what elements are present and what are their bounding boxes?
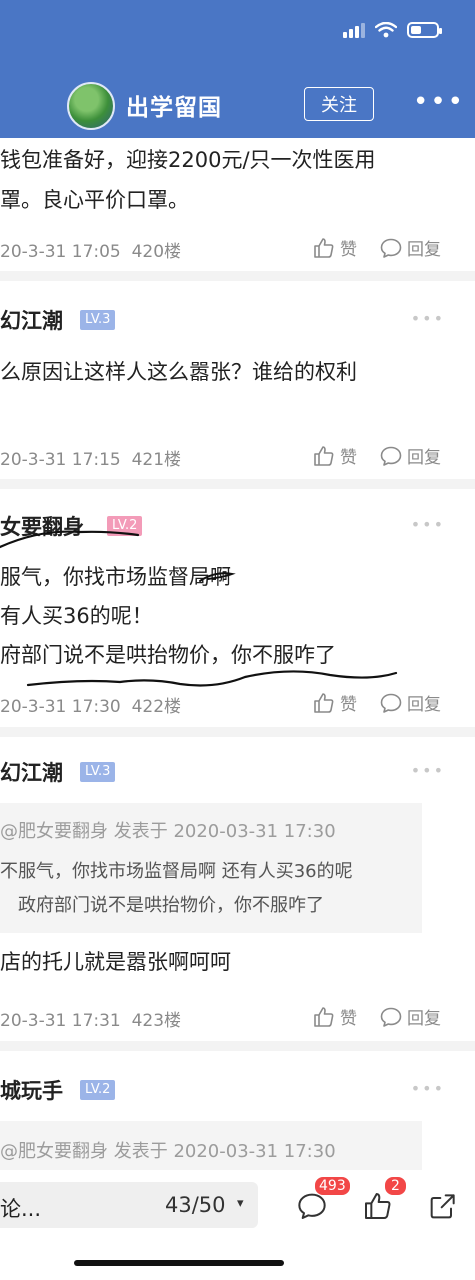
thumbs-up-icon [314, 692, 334, 713]
forum-avatar[interactable] [67, 82, 115, 130]
reply-label: 回复 [407, 240, 441, 260]
like-button[interactable]: 赞 [312, 443, 357, 468]
top-nav-bar: 出学留国 关注 ••• [0, 0, 475, 138]
like-label: 赞 [340, 448, 357, 468]
post-more-icon[interactable]: ••• [411, 309, 445, 328]
like-button[interactable]: 赞 [312, 690, 357, 715]
thumbs-up-icon [314, 1006, 334, 1027]
post-floor: 421楼 [131, 450, 182, 470]
thumbs-up-button[interactable]: 2 [362, 1176, 407, 1226]
post-meta: 20-3-31 17:31 423楼 [0, 1006, 181, 1031]
like-label: 赞 [340, 695, 357, 715]
post-text-line: 府部门说不是哄抬物价，你不服咋了 [0, 643, 336, 667]
reply-button[interactable]: 回复 [379, 443, 441, 468]
reply-button[interactable]: 回复 [379, 690, 441, 715]
thumbs-up-icon [314, 237, 334, 258]
post-floor: 423楼 [131, 1011, 182, 1031]
more-options-icon[interactable]: ••• [413, 89, 465, 115]
post-meta: 20-3-31 17:15 421楼 [0, 445, 181, 470]
reply-list: 钱包准备好，迎接2200元/只一次性医用 罩。良心平价口罩。 20-3-31 1… [0, 138, 475, 1191]
post-floor: 420楼 [131, 242, 182, 262]
like-button[interactable]: 赞 [312, 1004, 357, 1029]
reply-post: 钱包准备好，迎接2200元/只一次性医用 罩。良心平价口罩。 20-3-31 1… [0, 138, 475, 281]
username[interactable]: 城玩手 [0, 1075, 63, 1105]
post-more-icon[interactable]: ••• [411, 515, 445, 534]
share-icon [430, 1194, 455, 1219]
like-count-badge: 2 [384, 1176, 407, 1196]
reply-label: 回复 [407, 448, 441, 468]
username[interactable]: 幻江潮 [0, 757, 63, 787]
reply-post: 女要翻身 LV.2 ••• 服气，你找市场监督局啊 有人买36的呢！ 府部门说不… [0, 489, 475, 737]
post-text-line: 店的托儿就是嚣张啊呵呵 [0, 950, 231, 974]
quote-text-line: 政府部门说不是哄抬物价，你不服咋了 [18, 895, 324, 916]
home-indicator[interactable] [74, 1260, 284, 1266]
comments-button[interactable]: 493 [296, 1176, 351, 1226]
thumbs-up-icon [314, 445, 334, 466]
forum-title[interactable]: 出学留国 [126, 88, 222, 122]
reply-button[interactable]: 回复 [379, 235, 441, 260]
post-more-icon[interactable]: ••• [411, 1079, 445, 1098]
level-badge: LV.3 [80, 310, 116, 330]
post-time: 20-3-31 17:31 [0, 1011, 121, 1031]
like-label: 赞 [340, 1009, 357, 1029]
post-floor: 422楼 [131, 697, 182, 717]
comment-count-badge: 493 [314, 1176, 351, 1196]
quote-text-line: 不服气，你找市场监督局啊 还有人买36的呢 [0, 861, 353, 882]
reply-label: 回复 [407, 1009, 441, 1029]
comment-input-placeholder: 论... [0, 1197, 42, 1221]
like-label: 赞 [340, 240, 357, 260]
like-button[interactable]: 赞 [312, 235, 357, 260]
quoted-reply[interactable]: @肥女要翻身 发表于 2020-03-31 17:30 不服气，你找市场监督局啊… [0, 803, 422, 933]
level-badge: LV.2 [80, 1080, 116, 1100]
reply-post: 幻江潮 LV.3 ••• 么原因让这样人这么嚣张？谁给的权利 20-3-31 1… [0, 281, 475, 489]
post-text-line: 有人买36的呢！ [0, 604, 153, 628]
quote-header: @肥女要翻身 发表于 2020-03-31 17:30 [0, 821, 336, 842]
battery-icon [407, 22, 442, 38]
follow-button[interactable]: 关注 [304, 87, 374, 121]
comment-input[interactable]: 论... 43/50 ▾ [0, 1182, 258, 1228]
post-text-line: 钱包准备好，迎接2200元/只一次性医用 [0, 148, 376, 172]
status-bar [343, 22, 442, 38]
post-time: 20-3-31 17:05 [0, 242, 121, 262]
page-indicator[interactable]: 43/50 [165, 1193, 226, 1217]
comment-bubble-icon [380, 693, 402, 713]
share-button[interactable] [427, 1190, 459, 1226]
username[interactable]: 女要翻身 [0, 511, 84, 541]
post-more-icon[interactable]: ••• [411, 761, 445, 780]
comment-bubble-icon [380, 1007, 402, 1027]
reply-label: 回复 [407, 695, 441, 715]
wifi-icon [375, 22, 397, 38]
caret-down-icon[interactable]: ▾ [237, 1196, 244, 1211]
post-time: 20-3-31 17:30 [0, 697, 121, 717]
post-meta: 20-3-31 17:05 420楼 [0, 237, 181, 262]
post-text-line: 罩。良心平价口罩。 [0, 188, 189, 212]
comment-bubble-icon [380, 238, 402, 258]
cellular-signal-icon [343, 22, 365, 38]
level-badge: LV.3 [80, 762, 116, 782]
post-meta: 20-3-31 17:30 422楼 [0, 692, 181, 717]
reply-button[interactable]: 回复 [379, 1004, 441, 1029]
post-time: 20-3-31 17:15 [0, 450, 121, 470]
post-text-line: 么原因让这样人这么嚣张？谁给的权利 [0, 360, 357, 384]
username[interactable]: 幻江潮 [0, 305, 63, 335]
reply-post: 幻江潮 LV.3 ••• @肥女要翻身 发表于 2020-03-31 17:30… [0, 737, 475, 1051]
post-text-line: 服气，你找市场监督局啊 [0, 565, 231, 589]
level-badge: LV.2 [107, 516, 143, 536]
quote-header: @肥女要翻身 发表于 2020-03-31 17:30 [0, 1141, 336, 1162]
comment-bubble-icon [380, 446, 402, 466]
